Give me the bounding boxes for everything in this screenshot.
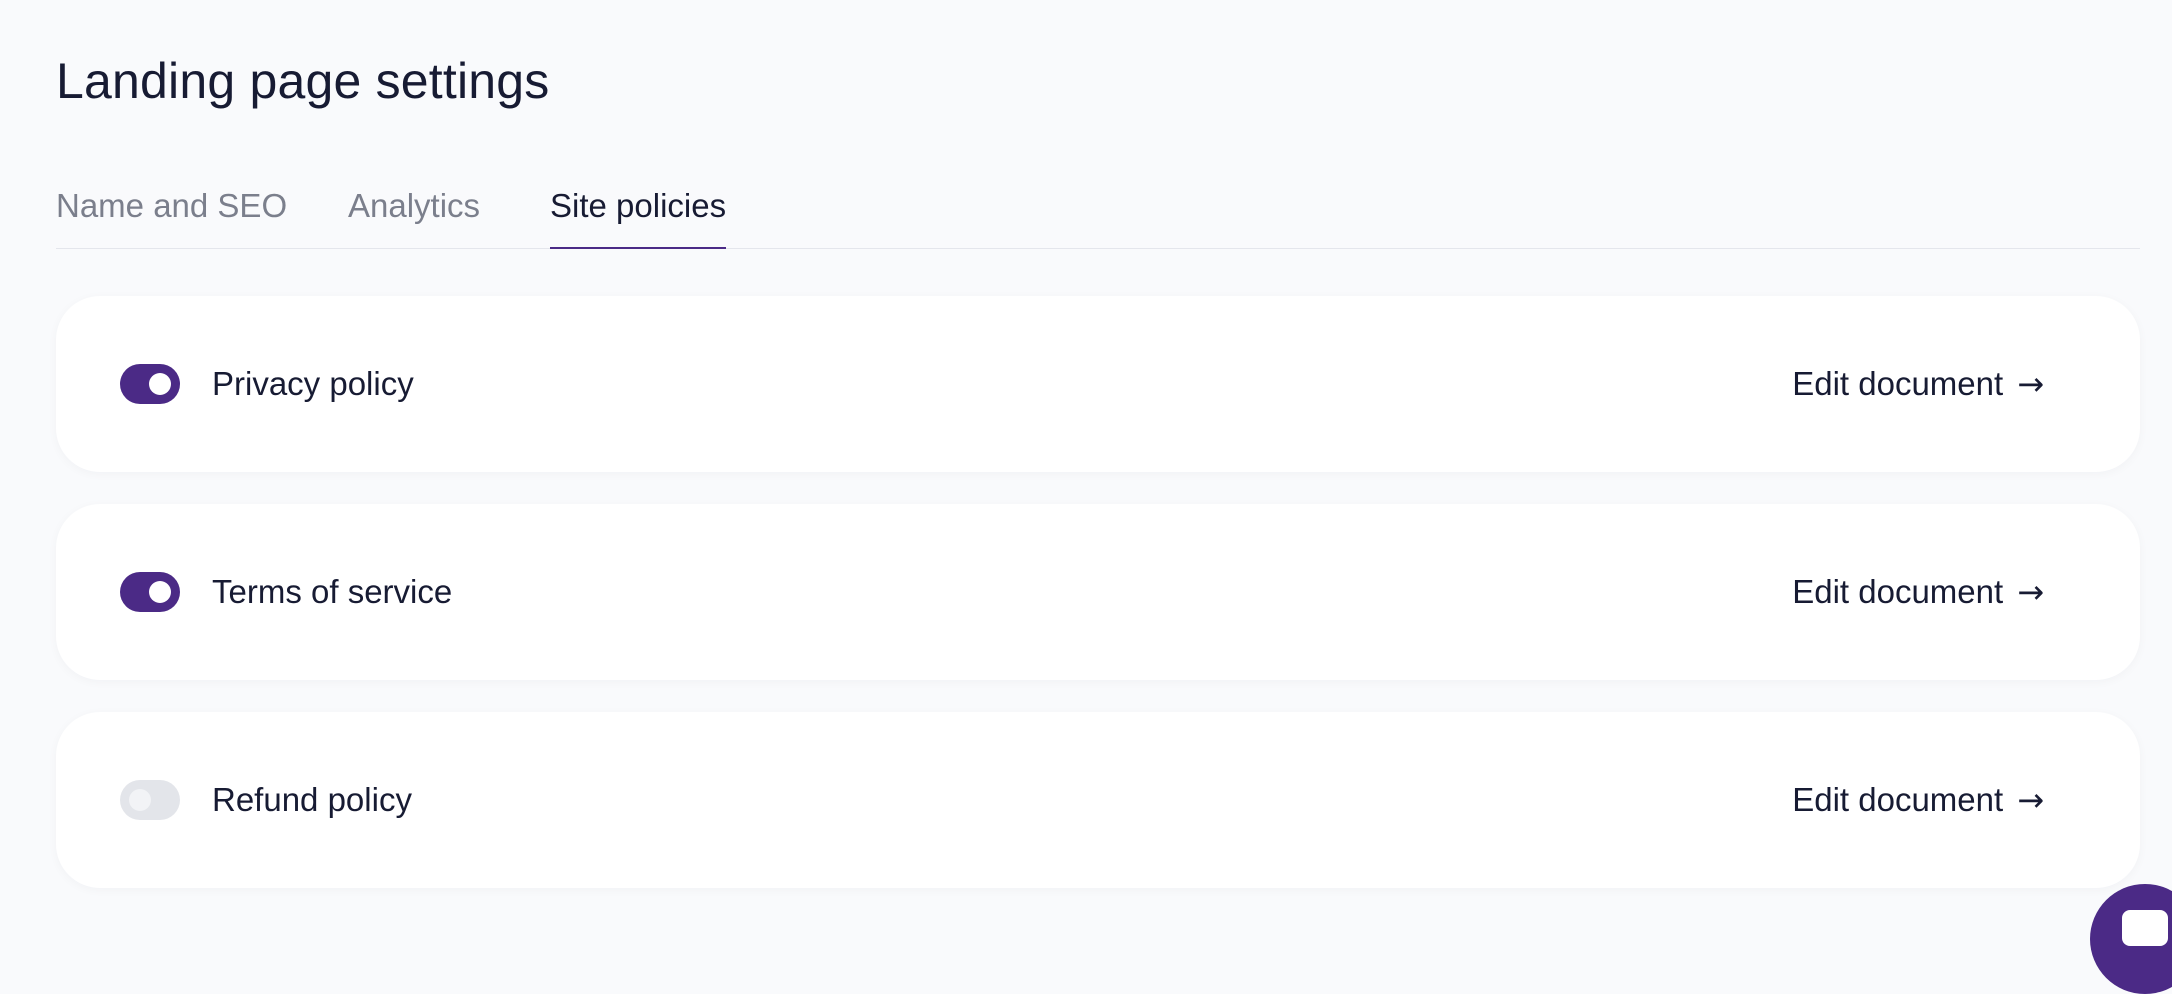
toggle-knob [149,373,171,395]
arrow-right-icon: → [2017,781,2044,819]
policy-name: Refund policy [212,781,412,818]
terms-of-service-toggle[interactable] [120,572,180,612]
policy-card-terms: Terms of service Edit document → [56,504,2140,680]
tab-bar: Name and SEO Analytics Site policies [56,170,2140,249]
toggle-knob [149,581,171,603]
refund-policy-toggle[interactable] [120,780,180,820]
edit-document-label: Edit document [1792,573,2004,610]
toggle-knob [129,789,151,811]
page-title: Landing page settings [56,53,550,109]
arrow-right-icon: → [2017,365,2044,403]
tab-analytics[interactable]: Analytics [348,170,480,248]
edit-document-label: Edit document [1792,781,2004,818]
policy-card-refund: Refund policy Edit document → [56,712,2140,888]
edit-document-label: Edit document [1792,365,2004,402]
tab-name-and-seo[interactable]: Name and SEO [56,170,287,248]
edit-document-link[interactable]: Edit document → [1792,504,2044,680]
chat-icon [2122,910,2168,946]
edit-document-link[interactable]: Edit document → [1792,712,2044,888]
arrow-right-icon: → [2017,573,2044,611]
edit-document-link[interactable]: Edit document → [1792,296,2044,472]
privacy-policy-toggle[interactable] [120,364,180,404]
chat-launcher-button[interactable] [2090,884,2172,994]
policy-name: Terms of service [212,573,453,610]
tab-site-policies[interactable]: Site policies [550,170,727,249]
policy-card-privacy: Privacy policy Edit document → [56,296,2140,472]
policy-name: Privacy policy [212,365,414,402]
